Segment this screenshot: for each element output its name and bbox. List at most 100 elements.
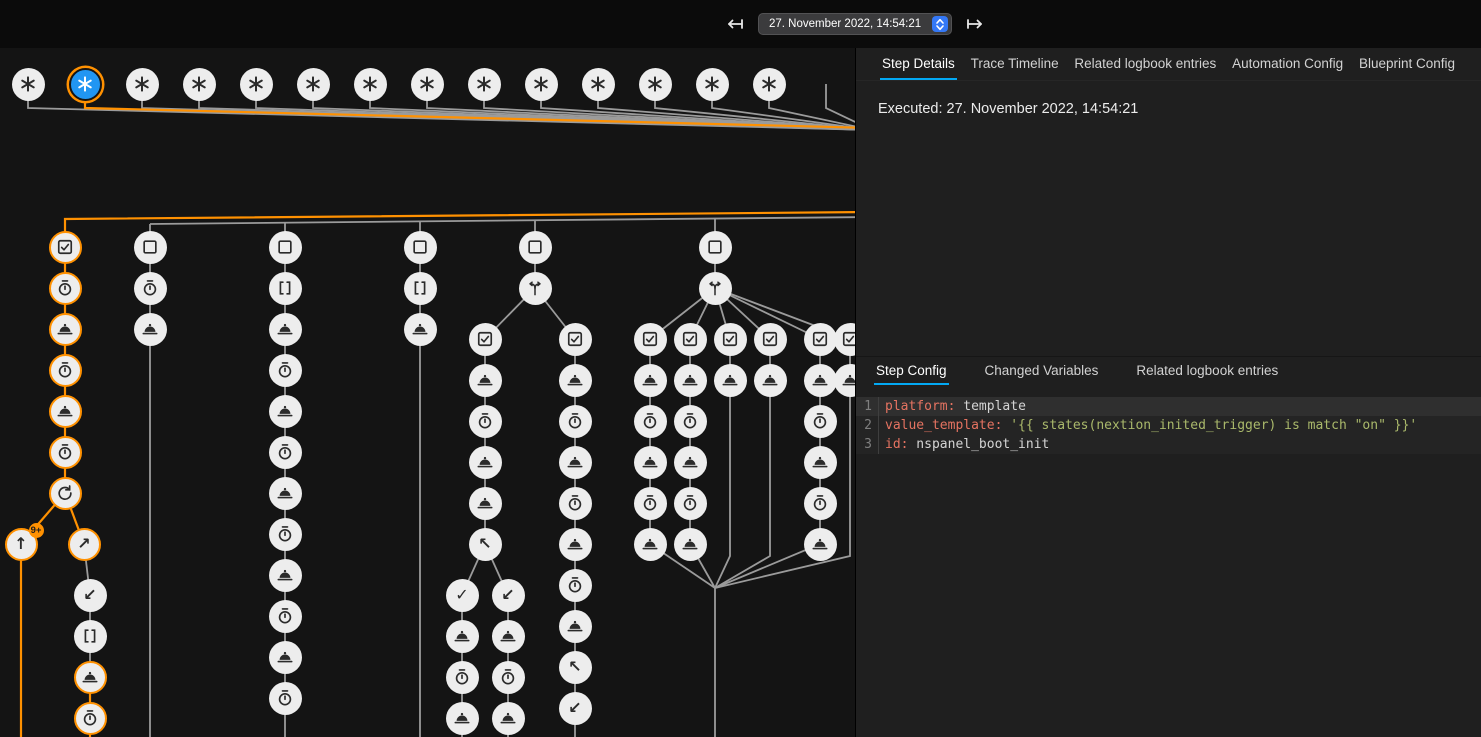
service-node[interactable] [446,702,479,735]
arrow-up-left-node[interactable]: ↖ [469,528,502,561]
service-node[interactable] [674,446,707,479]
timer-node[interactable] [269,600,302,633]
timer-node[interactable] [559,569,592,602]
trace-date-select[interactable]: 27. November 2022, 14:54:21 [758,13,952,35]
condition-node[interactable] [754,323,787,356]
arrow-down-left-node[interactable]: ↙ [492,579,525,612]
service-node[interactable] [634,364,667,397]
tab-blueprint-config[interactable]: Blueprint Config [1357,48,1457,80]
timer-node[interactable] [134,272,167,305]
timer-node[interactable] [446,661,479,694]
service-node[interactable] [754,364,787,397]
timer-node[interactable] [49,354,82,387]
service-node[interactable] [634,528,667,561]
timer-node[interactable] [804,487,837,520]
trigger-node[interactable] [354,68,387,101]
timer-node[interactable] [804,405,837,438]
timer-node[interactable] [634,405,667,438]
brackets-node[interactable] [269,272,302,305]
arrow-up-node[interactable]: ↑9+ [5,528,38,561]
trigger-node[interactable] [582,68,615,101]
service-node[interactable] [804,446,837,479]
tab-changed-variables[interactable]: Changed Variables [983,357,1101,385]
trigger-node[interactable] [468,68,501,101]
brackets-node[interactable] [404,272,437,305]
service-node[interactable] [469,487,502,520]
choose-node[interactable] [519,272,552,305]
service-node[interactable] [492,620,525,653]
tab-automation-config[interactable]: Automation Config [1230,48,1345,80]
service-node[interactable] [49,313,82,346]
condition-node[interactable] [469,323,502,356]
service-node[interactable] [469,364,502,397]
condition-node[interactable] [559,323,592,356]
repeat-node[interactable] [49,477,82,510]
trigger-node[interactable] [126,68,159,101]
condition-node[interactable] [49,231,82,264]
service-node[interactable] [269,477,302,510]
service-node[interactable] [134,313,167,346]
trigger-node[interactable] [696,68,729,101]
trigger-node[interactable] [753,68,786,101]
service-node[interactable] [674,528,707,561]
service-node[interactable] [469,446,502,479]
timer-node[interactable] [74,702,107,735]
service-node[interactable] [269,395,302,428]
timer-node[interactable] [559,487,592,520]
arrow-down-left-node[interactable]: ↙ [74,579,107,612]
square-node[interactable] [699,231,732,264]
service-node[interactable] [834,364,856,397]
service-node[interactable] [559,364,592,397]
condition-node[interactable] [674,323,707,356]
tab-trace-timeline[interactable]: Trace Timeline [969,48,1061,80]
service-node[interactable] [674,364,707,397]
trigger-node[interactable] [411,68,444,101]
timer-node[interactable] [269,354,302,387]
condition-node[interactable] [714,323,747,356]
service-node[interactable] [446,620,479,653]
timer-node[interactable] [492,661,525,694]
timer-node[interactable] [269,436,302,469]
square-node[interactable] [519,231,552,264]
timer-node[interactable] [634,487,667,520]
service-node[interactable] [559,446,592,479]
tab-step-config[interactable]: Step Config [874,357,949,385]
trigger-node[interactable] [525,68,558,101]
service-node[interactable] [269,313,302,346]
trigger-node[interactable] [183,68,216,101]
service-node[interactable] [804,364,837,397]
tab-config-related-logbook-entries[interactable]: Related logbook entries [1134,357,1280,385]
timer-node[interactable] [674,487,707,520]
timer-node[interactable] [559,405,592,438]
square-node[interactable] [134,231,167,264]
choose-node[interactable] [699,272,732,305]
service-node[interactable] [404,313,437,346]
tab-related-logbook-entries[interactable]: Related logbook entries [1072,48,1218,80]
condition-node[interactable] [804,323,837,356]
service-node[interactable] [492,702,525,735]
trigger-node[interactable] [240,68,273,101]
service-node[interactable] [714,364,747,397]
condition-node[interactable] [834,323,856,356]
service-node[interactable] [634,446,667,479]
service-node[interactable] [49,395,82,428]
condition-node[interactable] [634,323,667,356]
square-node[interactable] [269,231,302,264]
previous-trace-button[interactable] [723,12,747,36]
square-node[interactable] [404,231,437,264]
timer-node[interactable] [469,405,502,438]
trigger-node[interactable] [639,68,672,101]
service-node[interactable] [74,661,107,694]
service-node[interactable] [269,559,302,592]
timer-node[interactable] [49,436,82,469]
next-trace-button[interactable] [963,12,987,36]
timer-node[interactable] [269,682,302,715]
service-node[interactable] [269,641,302,674]
timer-node[interactable] [49,272,82,305]
check-node[interactable]: ✓ [446,579,479,612]
brackets-node[interactable] [74,620,107,653]
trigger-node[interactable] [297,68,330,101]
arrow-down-left-node[interactable]: ↙ [559,692,592,725]
timer-node[interactable] [674,405,707,438]
service-node[interactable] [559,610,592,643]
